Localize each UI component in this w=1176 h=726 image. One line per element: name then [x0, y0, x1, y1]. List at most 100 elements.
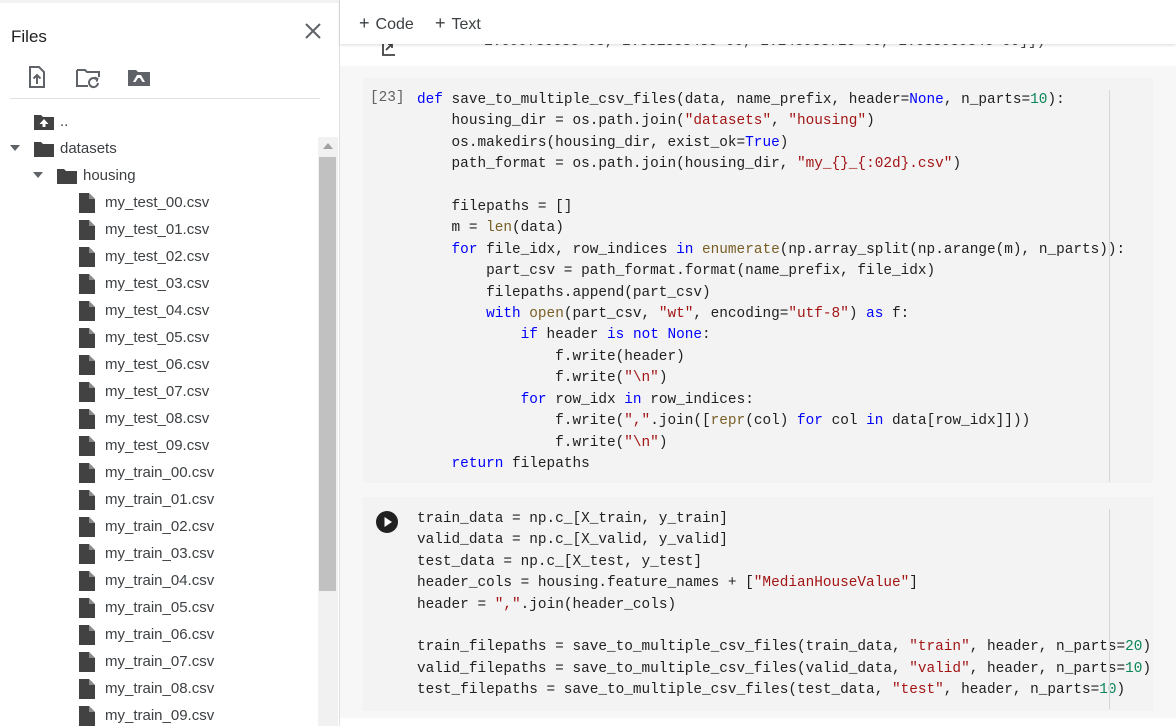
tree-item-label: my_train_07.csv — [105, 653, 215, 670]
close-files-panel-button[interactable] — [301, 19, 325, 43]
tree-item-label: my_train_09.csv — [105, 707, 215, 724]
scroll-thumb[interactable] — [319, 157, 336, 591]
output-redirect-icon[interactable] — [380, 44, 398, 58]
play-circle-icon — [376, 511, 398, 533]
tree-item-file[interactable]: my_train_00.csv — [0, 460, 318, 487]
tree-item-file[interactable]: my_test_04.csv — [0, 298, 318, 325]
tree-item-parent[interactable]: .. — [0, 109, 318, 136]
refresh-folder-icon — [76, 69, 100, 89]
file-icon — [79, 517, 95, 537]
folder-icon — [34, 142, 54, 157]
tree-item-label: my_train_02.csv — [105, 518, 215, 535]
notebook-toolbar: + Code + Text — [340, 0, 1176, 44]
files-panel: Files .. datasets housing my_test_00.csv my_… — [0, 0, 340, 726]
file-icon — [79, 544, 95, 564]
code-cell[interactable]: train_data = np.c_[X_train, y_train] val… — [363, 497, 1153, 711]
tree-item-label: my_train_06.csv — [105, 626, 215, 643]
plus-icon: + — [435, 13, 446, 33]
tree-item-file[interactable]: my_test_00.csv — [0, 190, 318, 217]
tree-item-label: my_test_01.csv — [105, 221, 210, 238]
tree-item-file[interactable]: my_train_03.csv — [0, 541, 318, 568]
tree-item-file[interactable]: my_train_07.csv — [0, 649, 318, 676]
file-icon — [79, 679, 95, 699]
code-cell[interactable]: [23] def save_to_multiple_csv_files(data… — [363, 78, 1153, 483]
tree-item-folder-housing[interactable]: housing — [0, 163, 318, 190]
file-icon — [79, 193, 95, 213]
file-icon — [79, 706, 95, 726]
file-icon — [79, 328, 95, 348]
line-length-ruler — [1109, 509, 1110, 709]
output-text: 1.09978008e+05, 2.38158848e+00, 2.143988… — [484, 44, 1045, 53]
tree-item-file[interactable]: my_train_08.csv — [0, 676, 318, 703]
file-tree-scrollbar[interactable] — [318, 137, 338, 726]
tree-item-label: my_test_07.csv — [105, 383, 210, 400]
file-icon — [79, 409, 95, 429]
tree-item-file[interactable]: my_test_01.csv — [0, 217, 318, 244]
tree-item-file[interactable]: my_train_06.csv — [0, 622, 318, 649]
tree-item-label: my_test_00.csv — [105, 194, 210, 211]
tree-item-folder-datasets[interactable]: datasets — [0, 136, 318, 163]
tree-item-label: my_train_00.csv — [105, 464, 215, 481]
tree-item-label: my_test_05.csv — [105, 329, 210, 346]
file-icon — [79, 301, 95, 321]
previous-cell-output: 1.09978008e+05, 2.38158848e+00, 2.143988… — [340, 44, 1176, 66]
file-icon — [79, 382, 95, 402]
tree-item-file[interactable]: my_train_04.csv — [0, 568, 318, 595]
file-icon — [79, 652, 95, 672]
tree-item-label: my_test_06.csv — [105, 356, 210, 373]
tree-item-label: .. — [60, 113, 69, 130]
tree-item-file[interactable]: my_train_09.csv — [0, 703, 318, 726]
tree-item-label: my_test_02.csv — [105, 248, 210, 265]
mount-drive-button[interactable] — [126, 64, 152, 90]
execution-count: [23] — [370, 90, 405, 106]
add-text-label: Text — [451, 16, 481, 33]
tree-item-file[interactable]: my_test_08.csv — [0, 406, 318, 433]
tree-item-label: my_test_09.csv — [105, 437, 210, 454]
parent-folder-icon — [34, 115, 54, 130]
file-icon — [79, 274, 95, 294]
file-icon — [79, 436, 95, 456]
tree-item-label: housing — [83, 167, 136, 184]
tree-item-label: my_test_04.csv — [105, 302, 210, 319]
code-source[interactable]: def save_to_multiple_csv_files(data, nam… — [417, 90, 1125, 475]
next-cell-edge — [340, 718, 1176, 726]
tree-item-label: my_train_03.csv — [105, 545, 215, 562]
tree-item-label: my_test_08.csv — [105, 410, 210, 427]
tree-item-file[interactable]: my_test_09.csv — [0, 433, 318, 460]
chevron-down-icon[interactable] — [33, 172, 43, 178]
refresh-button[interactable] — [75, 64, 101, 90]
file-icon — [79, 598, 95, 618]
notebook-body: 1.09978008e+05, 2.38158848e+00, 2.143988… — [340, 44, 1176, 726]
google-drive-icon — [128, 70, 150, 86]
tree-item-file[interactable]: my_train_01.csv — [0, 487, 318, 514]
folder-icon — [57, 169, 77, 184]
files-panel-title: Files — [11, 27, 47, 46]
tree-item-file[interactable]: my_test_03.csv — [0, 271, 318, 298]
tree-item-file[interactable]: my_test_02.csv — [0, 244, 318, 271]
file-icon — [79, 571, 95, 591]
file-icon — [79, 490, 95, 510]
tree-item-label: datasets — [60, 140, 117, 157]
tree-item-file[interactable]: my_test_05.csv — [0, 325, 318, 352]
tree-item-label: my_train_08.csv — [105, 680, 215, 697]
line-length-ruler — [1109, 90, 1110, 482]
file-icon — [79, 247, 95, 267]
code-source[interactable]: train_data = np.c_[X_train, y_train] val… — [417, 509, 1151, 702]
chevron-down-icon[interactable] — [10, 145, 20, 151]
tree-item-file[interactable]: my_test_07.csv — [0, 379, 318, 406]
add-code-label: Code — [375, 16, 414, 33]
add-text-cell-button[interactable]: + Text — [435, 13, 481, 34]
scroll-up-arrow[interactable] — [323, 143, 333, 149]
add-code-cell-button[interactable]: + Code — [359, 13, 414, 34]
upload-file-icon — [29, 66, 45, 88]
run-cell-button[interactable] — [375, 510, 399, 534]
tree-item-label: my_train_05.csv — [105, 599, 215, 616]
tree-item-file[interactable]: my_train_02.csv — [0, 514, 318, 541]
upload-file-button[interactable] — [24, 64, 50, 90]
file-icon — [79, 625, 95, 645]
files-toolbar-divider — [10, 98, 320, 99]
tree-item-file[interactable]: my_train_05.csv — [0, 595, 318, 622]
file-icon — [79, 355, 95, 375]
tree-item-file[interactable]: my_test_06.csv — [0, 352, 318, 379]
file-tree: .. datasets housing my_test_00.csv my_test_0… — [0, 109, 318, 726]
